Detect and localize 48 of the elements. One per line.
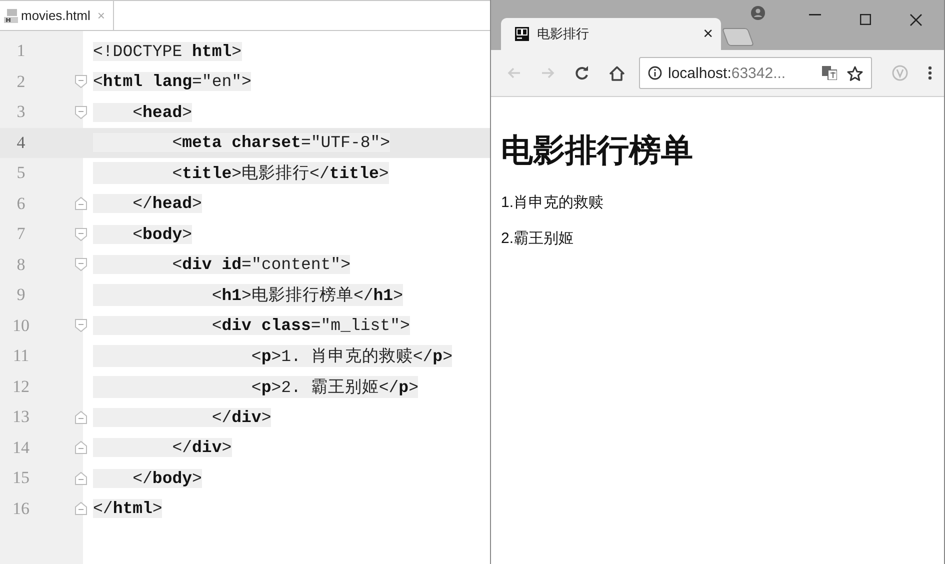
line-number: 5: [16, 163, 26, 184]
line-number: 10: [12, 316, 30, 336]
close-icon[interactable]: [910, 14, 922, 26]
page-paragraph: 2.霸王别姬: [501, 229, 575, 248]
minimize-icon[interactable]: [809, 14, 821, 16]
page-heading: 电影排行榜单: [501, 131, 694, 170]
line-number: 8: [16, 254, 26, 275]
line-number: 13: [12, 407, 30, 428]
line-number: 16: [12, 498, 30, 519]
fold-marker-icon[interactable]: [75, 441, 87, 454]
menu-icon[interactable]: [928, 66, 932, 80]
page-paragraph: 1.肖申克的救赎: [501, 193, 605, 212]
close-icon[interactable]: ×: [703, 24, 713, 44]
fold-marker-icon[interactable]: [75, 472, 87, 485]
address-field[interactable]: localhost:63342...: [639, 57, 872, 89]
info-icon[interactable]: [648, 66, 662, 80]
profile-icon[interactable]: [751, 6, 765, 20]
forward-icon[interactable]: [541, 67, 555, 79]
line-number: 6: [16, 194, 26, 214]
back-icon[interactable]: [507, 67, 521, 79]
fold-marker-icon[interactable]: [75, 258, 87, 272]
line-number: 15: [12, 468, 30, 488]
reload-icon[interactable]: [575, 66, 589, 80]
line-number: 12: [12, 376, 30, 397]
line-number: 1: [16, 41, 26, 62]
fold-marker-icon[interactable]: [75, 106, 87, 119]
line-number: 2: [16, 72, 26, 92]
star-icon[interactable]: [847, 66, 863, 80]
fold-marker-icon[interactable]: [75, 75, 87, 88]
app-logo-icon: [515, 27, 529, 41]
maximize-icon[interactable]: [860, 14, 871, 25]
browser-tab[interactable]: 电影排行 ×: [501, 18, 721, 50]
line-number: 14: [12, 438, 30, 458]
line-number: 9: [16, 285, 26, 306]
line-number: 3: [16, 102, 26, 122]
html-file-icon: [4, 8, 18, 22]
new-tab-button[interactable]: [722, 28, 754, 46]
translate-icon[interactable]: [822, 66, 837, 80]
home-icon[interactable]: [609, 66, 625, 80]
fold-marker-icon[interactable]: [75, 502, 87, 516]
fold-marker-icon[interactable]: [75, 228, 87, 241]
extension-icon[interactable]: [892, 65, 908, 81]
fold-marker-icon[interactable]: [75, 319, 87, 332]
fold-marker-icon[interactable]: [75, 410, 87, 424]
line-number: 7: [16, 224, 26, 244]
line-number: 4: [16, 132, 26, 153]
line-number: 11: [12, 346, 30, 366]
fold-marker-icon[interactable]: [75, 197, 87, 210]
